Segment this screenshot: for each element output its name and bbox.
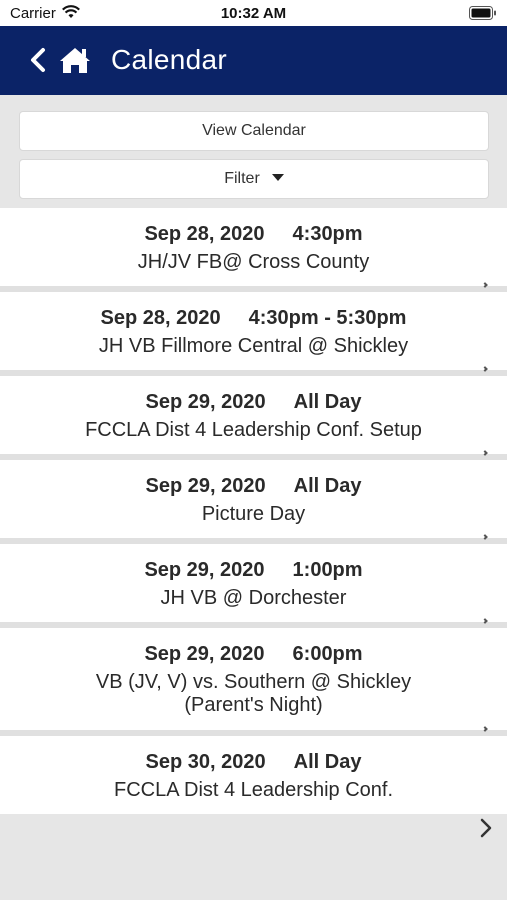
status-bar: Carrier 10:32 AM — [0, 0, 507, 26]
home-icon[interactable] — [57, 45, 93, 80]
chevron-right-icon[interactable] — [478, 817, 494, 844]
chevron-left-icon[interactable] — [28, 47, 48, 78]
event-time: All Day — [293, 475, 362, 497]
event-date: Sep 28, 2020 — [100, 307, 221, 329]
event-item[interactable]: Sep 29, 2020 All Day FCCLA Dist 4 Leaders… — [0, 376, 507, 454]
page-title: Calendar — [111, 44, 228, 75]
event-item[interactable]: Sep 29, 2020 All Day Picture Day — [0, 460, 507, 538]
event-time: 4:30pm - 5:30pm — [248, 307, 407, 329]
event-item[interactable]: Sep 30, 2020 All Day FCCLA Dist 4 Leaders… — [0, 736, 507, 814]
event-item[interactable]: Sep 29, 2020 1:00pm JH VB @ Dorchester — [0, 544, 507, 622]
event-time: 4:30pm — [292, 223, 363, 245]
event-item[interactable]: Sep 29, 2020 6:00pm VB (JV, V) vs. Southe… — [0, 628, 507, 730]
event-date: Sep 29, 2020 — [144, 643, 265, 665]
event-title: JH VB Fillmore Central @ Shickley — [98, 335, 409, 357]
event-date: Sep 29, 2020 — [145, 475, 266, 497]
event-title: FCCLA Dist 4 Leadership Conf. Setup — [85, 419, 422, 441]
event-date: Sep 30, 2020 — [145, 751, 266, 773]
event-time: All Day — [293, 391, 362, 413]
event-date: Sep 28, 2020 — [144, 223, 265, 245]
event-title: VB (JV, V) vs. Southern @ Shickley (Pare… — [95, 671, 412, 716]
event-item[interactable]: Sep 28, 2020 4:30pm - 5:30pm JH VB Fillmo… — [0, 292, 507, 370]
nav-bar: Calendar — [0, 26, 507, 95]
event-title: JH VB @ Dorchester — [160, 587, 347, 609]
event-item[interactable]: Sep 28, 2020 4:30pm JH/JV FB@ Cross Count… — [0, 208, 507, 286]
event-title: Picture Day — [201, 503, 306, 525]
filter-button[interactable]: Filter — [19, 159, 489, 199]
event-title: JH/JV FB@ Cross County — [137, 251, 370, 273]
event-title: FCCLA Dist 4 Leadership Conf. — [113, 779, 394, 801]
view-calendar-button[interactable]: View Calendar — [19, 111, 489, 151]
event-time: 1:00pm — [292, 559, 363, 581]
event-time: All Day — [293, 751, 362, 773]
event-date: Sep 29, 2020 — [144, 559, 265, 581]
event-time: 6:00pm — [292, 643, 363, 665]
view-calendar-label: View Calendar — [202, 122, 306, 139]
event-date: Sep 29, 2020 — [145, 391, 266, 413]
caret-down-icon — [271, 174, 284, 181]
battery-icon — [469, 6, 497, 24]
calendar-controls: View Calendar Filter — [0, 95, 507, 208]
status-time: 10:32 AM — [220, 5, 287, 22]
filter-label: Filter — [224, 170, 260, 187]
